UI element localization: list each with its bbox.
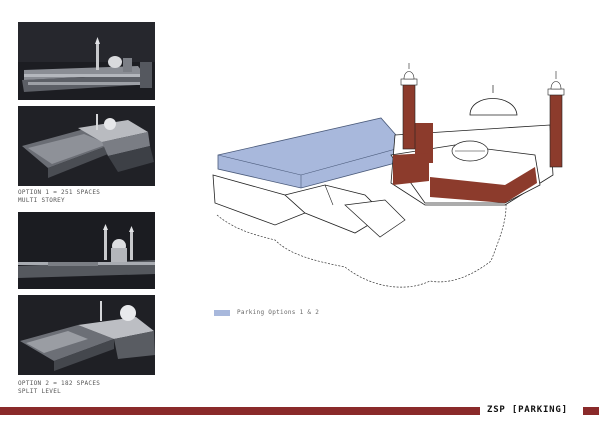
option2-subcaption: SPLIT LEVEL <box>18 388 62 395</box>
render-option2-elevation-image <box>18 212 155 289</box>
footer-bar <box>0 407 480 415</box>
render-option2-elevation <box>18 212 155 289</box>
page-title: ZSP [PARKING] <box>487 405 568 415</box>
minaret-right <box>547 71 565 168</box>
render-option1-aerial <box>18 106 155 186</box>
legend-label: Parking Options 1 & 2 <box>237 309 320 316</box>
render-option1-aerial-image <box>18 106 155 186</box>
render-option2-aerial-image <box>18 295 155 375</box>
render-option2-aerial <box>18 295 155 375</box>
option1-caption: OPTION 1 = 251 SPACES <box>18 189 101 196</box>
legend-swatch <box>214 309 230 316</box>
option1-subcaption: MULTI STOREY <box>18 197 65 204</box>
dome <box>469 98 518 116</box>
minaret-left <box>400 63 418 150</box>
footer-bar-end <box>583 407 599 415</box>
render-option1-elevation-image <box>18 22 155 100</box>
legend: Parking Options 1 & 2 <box>214 309 319 316</box>
render-option1-elevation <box>18 22 155 100</box>
site-sketch <box>212 63 565 288</box>
option2-caption: OPTION 2 = 182 SPACES <box>18 380 101 387</box>
parking-block <box>217 117 404 189</box>
